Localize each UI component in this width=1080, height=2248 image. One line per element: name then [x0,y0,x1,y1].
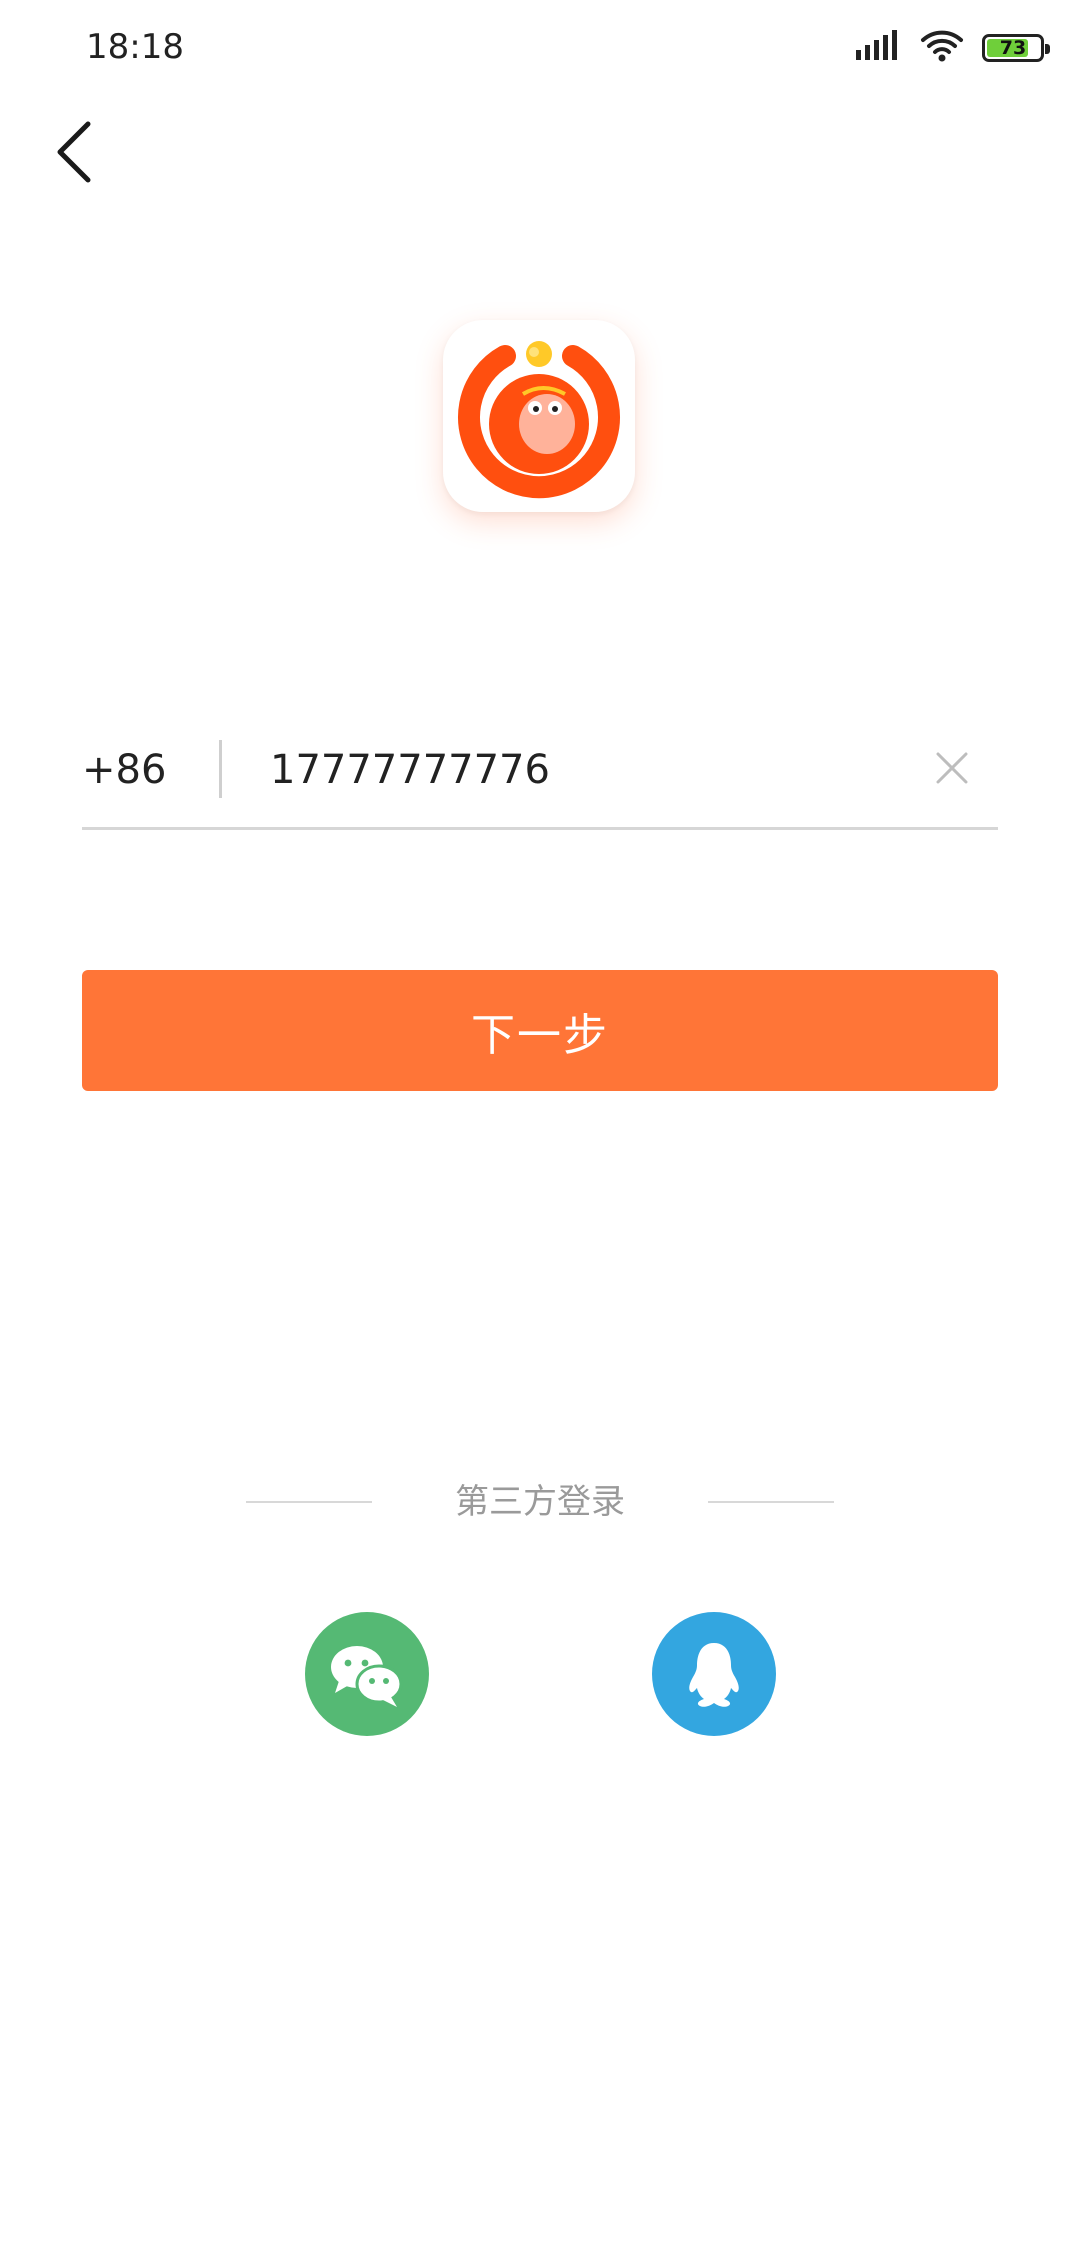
app-logo [443,320,635,512]
qq-login-button[interactable] [652,1612,776,1736]
back-button[interactable] [44,110,108,194]
third-party-login-label: 第三方登录 [455,1482,625,1522]
wechat-icon [331,1646,403,1707]
battery-icon: 73 [982,34,1050,62]
clear-input-button[interactable] [930,746,974,790]
phone-input[interactable] [270,736,910,804]
status-time: 18:18 [86,27,184,67]
country-code-selector[interactable]: +86 [82,742,166,798]
phone-divider [219,740,222,798]
status-icons: 73 [856,26,1050,70]
divider-right [708,1501,834,1503]
wechat-login-button[interactable] [305,1612,429,1736]
qq-icon [689,1643,739,1707]
monkey-app-logo [458,341,620,499]
next-step-button[interactable]: 下一步 [82,970,998,1091]
wifi-icon [920,29,964,67]
back-arrow-icon [57,121,91,183]
signal-icon [856,30,902,66]
clear-x-icon [936,752,968,784]
battery-level: 73 [999,37,1027,59]
divider-left [246,1501,372,1503]
phone-underline [82,827,998,830]
